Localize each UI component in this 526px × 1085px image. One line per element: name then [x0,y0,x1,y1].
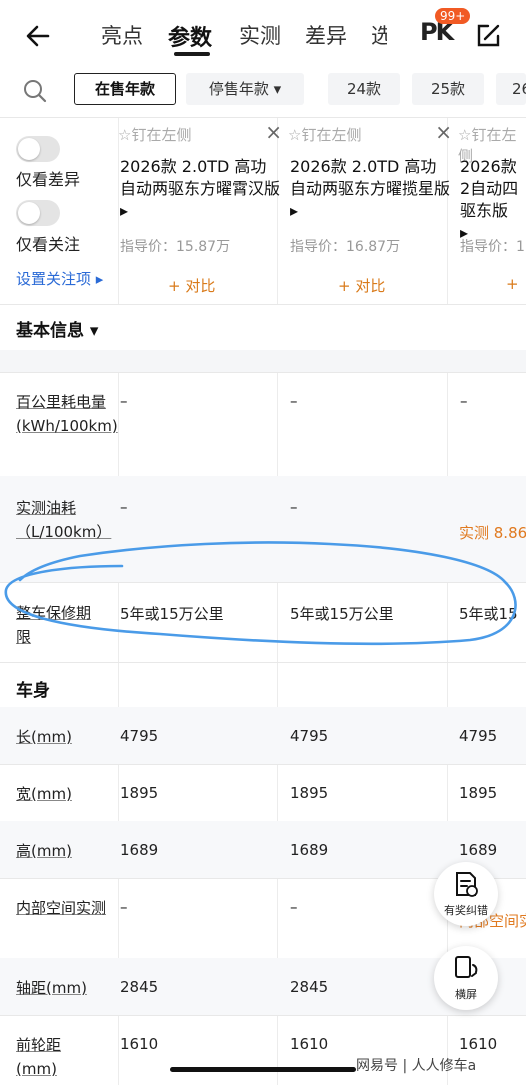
document-edit-icon [456,872,478,897]
home-indicator[interactable] [170,1067,356,1072]
rotate-screen-icon [455,956,478,978]
landscape-label: 横屏 [455,988,477,1001]
report-error-button[interactable]: 有奖纠错 [434,862,498,926]
hand-drawn-circle-annotation [4,541,517,646]
report-error-label: 有奖纠错 [444,904,488,917]
landscape-button[interactable]: 横屏 [434,946,498,1010]
watermark: 网易号 | 人人修车a [356,1058,477,1074]
